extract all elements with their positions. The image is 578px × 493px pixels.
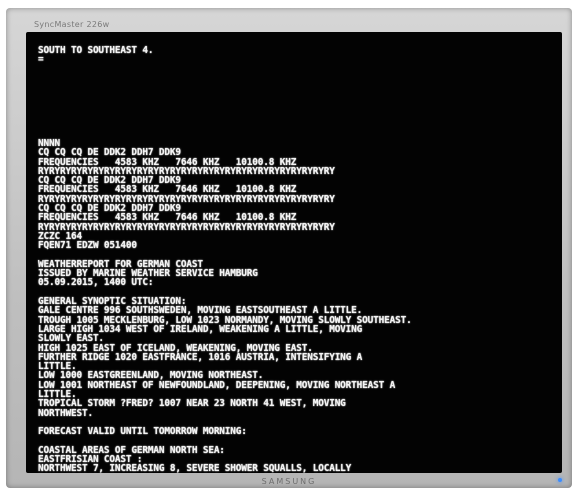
monitor-brand-logo: SAMSUNG — [261, 477, 317, 486]
terminal-line: LOW 1001 NORTHEAST OF NEWFOUNDLAND, DEEP… — [38, 379, 396, 391]
terminal-line: LARGE HIGH 1034 WEST OF IRELAND, WEAKENI… — [38, 323, 363, 335]
terminal-output: SOUTH TO SOUTHEAST 4. = NNNN CQ CQ CQ DE DD… — [38, 45, 552, 473]
monitor-model-label: SyncMaster 226w — [34, 20, 110, 29]
terminal-line: NORTHWEST 7, INCREASING 8, SEVERE SHOWER… — [38, 463, 352, 473]
terminal-line: SOUTH TO SOUTHEAST 4. — [38, 45, 154, 56]
terminal-line: FORECAST VALID UNTIL TOMORROW MORNING: — [38, 426, 247, 438]
terminal-line: FQEN71 EDZW 051400 — [38, 240, 137, 252]
power-led-icon — [558, 478, 562, 482]
terminal-line: TROPICAL STORM ?FRED? 1007 NEAR 23 NORTH… — [38, 398, 346, 410]
terminal-line: 05.09.2015, 1400 UTC: — [38, 277, 154, 289]
terminal-line: NORTHWEST. — [38, 407, 93, 419]
terminal-screen: SOUTH TO SOUTHEAST 4. = NNNN CQ CQ CQ DE DD… — [26, 32, 562, 473]
terminal-line: RYRYRYRYRYRYRYRYRYRYRYRYRYRYRYRYRYRYRYRY… — [38, 221, 335, 233]
monitor-bezel: SyncMaster 226w SOUTH TO SOUTHEAST 4. = NN… — [6, 8, 572, 488]
terminal-line: = — [38, 54, 44, 66]
terminal-line: FURTHER RIDGE 1020 EASTFRANCE, 1016 AUST… — [38, 351, 363, 363]
